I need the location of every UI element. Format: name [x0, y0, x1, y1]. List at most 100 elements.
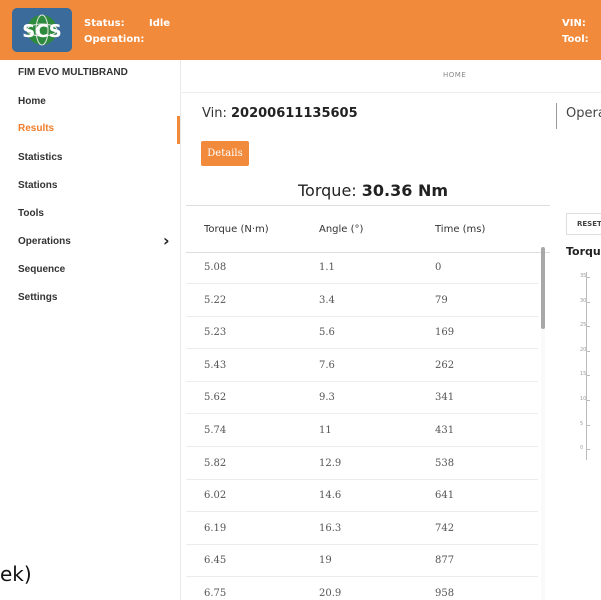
- table-row[interactable]: 6.02 14.6 641: [186, 479, 538, 513]
- cell-time: 742: [435, 522, 455, 534]
- table-row[interactable]: 5.08 1.1 0: [186, 251, 538, 284]
- y-tick-mark: [586, 326, 590, 328]
- cell-torque: 6.75: [204, 588, 227, 599]
- sidebar-item-settings[interactable]: Settings: [18, 292, 57, 303]
- y-tick-mark: [586, 400, 590, 401]
- sidebar: FIM EVO MULTIBRAND: [0, 60, 181, 600]
- details-button[interactable]: Details: [201, 141, 249, 166]
- tool-header-label: Tool:: [562, 34, 589, 45]
- cell-torque: 6.19: [204, 522, 227, 534]
- table-row[interactable]: 5.74 11 431: [186, 414, 538, 447]
- cell-angle: 12.9: [319, 457, 342, 469]
- cell-torque: 6.02: [204, 490, 227, 502]
- status-value: Idle: [149, 18, 171, 29]
- table-row[interactable]: 6.45 19 877: [186, 544, 538, 578]
- y-tick-mark: [586, 277, 590, 278]
- app-title: FIM EVO MULTIBRAND: [18, 67, 128, 78]
- cell-time: 79: [435, 294, 448, 306]
- torque-prefix: Torque:: [298, 181, 357, 200]
- active-indicator: [177, 116, 180, 144]
- vin-display: Vin: 20200611135605: [202, 106, 358, 121]
- divider: [556, 103, 557, 129]
- operation-display: Opera: [566, 106, 601, 121]
- vin-header-label: VIN:: [562, 18, 586, 29]
- cell-time: 262: [435, 359, 455, 371]
- y-tick-label: 20: [580, 346, 587, 353]
- sidebar-item-stations[interactable]: Stations: [18, 180, 57, 191]
- scrollbar-thumb[interactable]: [541, 247, 545, 329]
- cell-time: 877: [435, 555, 455, 567]
- cell-angle: 7.6: [319, 359, 335, 371]
- sidebar-item-results[interactable]: Results: [18, 123, 54, 134]
- sidebar-item-tools[interactable]: Tools: [18, 208, 44, 219]
- cell-angle: 5.6: [319, 327, 335, 339]
- cell-angle: 3.4: [319, 294, 335, 306]
- status-block: Status: Idle Operation:: [84, 16, 170, 48]
- cell-torque: 5.74: [204, 425, 227, 436]
- table-row[interactable]: 5.23 5.6 169: [186, 316, 538, 350]
- cell-angle: 14.6: [319, 490, 342, 502]
- cell-time: 538: [435, 457, 455, 469]
- torque-summary: Torque: 30.36 Nm: [298, 181, 448, 200]
- scs-logo: SCS: [12, 8, 72, 52]
- table-row[interactable]: 5.22 3.4 79: [186, 284, 538, 317]
- table-header: Torque (N·m) Angle (°) Time (ms): [186, 205, 550, 253]
- sidebar-item-statistics[interactable]: Statistics: [18, 152, 62, 163]
- chevron-right-icon[interactable]: ›: [163, 231, 170, 250]
- y-tick-mark: [586, 375, 590, 377]
- svg-text:SCS: SCS: [22, 21, 61, 42]
- cell-torque: 6.45: [204, 555, 227, 567]
- table-row[interactable]: 5.43 7.6 262: [186, 349, 538, 382]
- top-header-bar: SCS Status: Idle Operation: VIN: Tool:: [0, 0, 601, 60]
- sidebar-item-operations[interactable]: Operations: [18, 236, 71, 247]
- sidebar-item-home[interactable]: Home: [18, 96, 46, 107]
- cell-angle: 1.1: [319, 262, 335, 273]
- results-table: Torque (N·m) Angle (°) Time (ms) 5.08 1.1…: [186, 205, 550, 600]
- y-tick-label: 15: [580, 371, 587, 378]
- y-tick-label: 0: [580, 445, 584, 452]
- torque-value: 30.36 Nm: [361, 181, 449, 200]
- cell-time: 641: [435, 490, 455, 502]
- cell-angle: 16.3: [319, 522, 342, 534]
- cell-angle: 11: [319, 425, 332, 436]
- cell-torque: 5.23: [204, 327, 227, 339]
- cell-angle: 9.3: [319, 392, 335, 404]
- table-row[interactable]: 5.62 9.3 341: [186, 381, 538, 415]
- y-tick-label: 30: [580, 297, 587, 304]
- cell-time: 169: [435, 327, 455, 339]
- vin-prefix: Vin:: [202, 106, 227, 121]
- cell-torque: 5.82: [204, 457, 227, 469]
- vin-tool-block: VIN: Tool:: [562, 16, 589, 48]
- operation-label: Operation:: [84, 34, 145, 45]
- vin-value: 20200611135605: [230, 106, 358, 121]
- column-header-angle: Angle (°): [319, 224, 364, 235]
- cell-angle: 19: [319, 555, 332, 567]
- table-row[interactable]: 5.82 12.9 538: [186, 447, 538, 480]
- y-tick-label: 35: [580, 273, 587, 279]
- sidebar-item-sequence[interactable]: Sequence: [18, 264, 65, 275]
- table-row[interactable]: 6.19 16.3 742: [186, 512, 538, 545]
- column-header-torque: Torque (N·m): [204, 224, 269, 235]
- status-label: Status:: [84, 18, 125, 29]
- cell-time: 958: [435, 588, 455, 599]
- cell-torque: 5.62: [204, 392, 227, 404]
- cell-torque: 5.43: [204, 359, 227, 371]
- y-tick-mark: [586, 301, 590, 303]
- y-tick-label: 25: [580, 322, 587, 329]
- cell-torque: 5.08: [204, 262, 227, 273]
- column-header-time: Time (ms): [435, 224, 486, 235]
- cell-time: 431: [435, 425, 455, 436]
- edge-text-fragment: ek): [0, 562, 32, 586]
- chart-title: Torque: [566, 245, 601, 258]
- breadcrumb[interactable]: HOME: [443, 71, 466, 79]
- cell-angle: 20.9: [319, 588, 342, 599]
- cell-time: 341: [435, 392, 455, 404]
- y-tick-mark: [586, 350, 590, 352]
- y-tick-mark: [586, 449, 590, 451]
- reset-button[interactable]: RESET: [566, 213, 601, 235]
- breadcrumb-divider: [182, 92, 601, 93]
- cell-torque: 5.22: [204, 294, 227, 306]
- table-row[interactable]: 6.75 20.9 958: [186, 577, 538, 600]
- y-tick-label: 10: [580, 396, 587, 402]
- y-tick-mark: [586, 424, 590, 426]
